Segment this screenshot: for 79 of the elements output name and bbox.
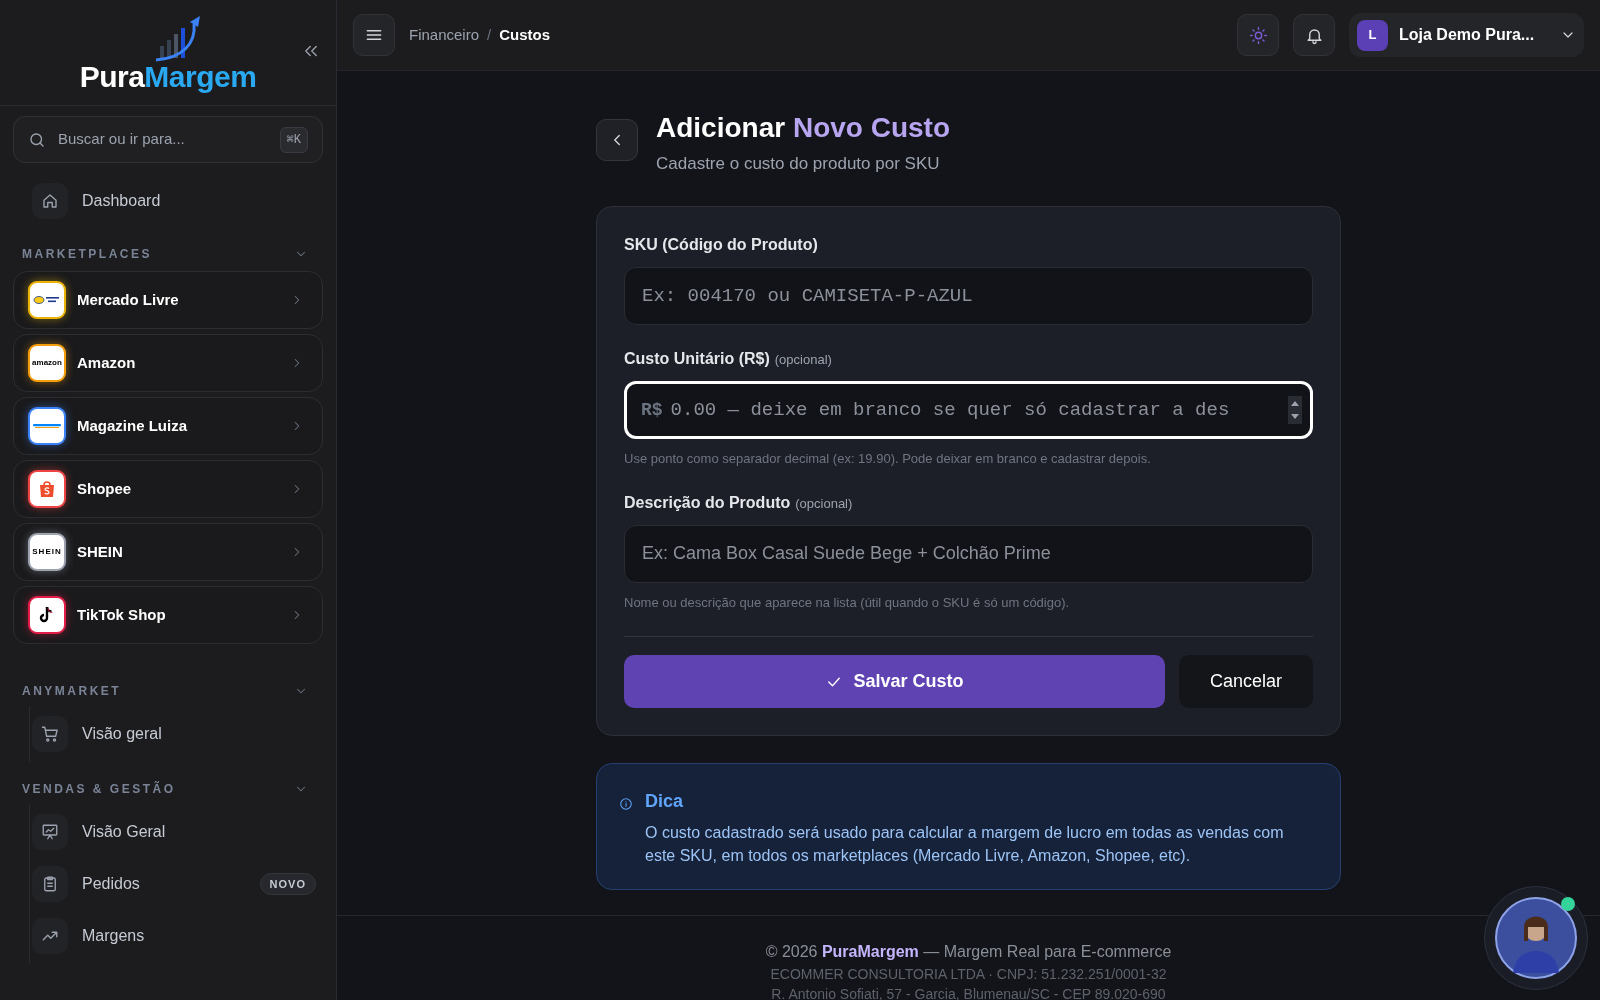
presentation-chart-icon xyxy=(41,823,59,841)
nav-item[interactable]: Visão geral xyxy=(30,708,336,760)
section-header[interactable]: ANYMARKET xyxy=(0,676,336,706)
logo-text: PuraMargem xyxy=(79,61,257,92)
tip-title: Dica xyxy=(645,790,685,814)
marketplace-label: Shopee xyxy=(77,478,133,499)
field-label: Descrição do Produto xyxy=(624,492,791,513)
spinner-arrows-icon xyxy=(1288,396,1302,425)
cart-icon xyxy=(41,725,59,743)
marketplace-label: Magazine Luiza xyxy=(77,415,189,436)
marketplace-label: Mercado Livre xyxy=(77,289,180,310)
tip-text: O custo cadastrado será usado para calcular a margem de lucro em todas as vendas com este SKU, em todos os marketplaces (Mercado Livre, Amazon, Shopee, etc). xyxy=(645,823,1285,867)
search-icon xyxy=(28,130,46,149)
input-field[interactable]: R$ 0.00 — deixe em branco se quer só cadastrar a des xyxy=(624,381,1313,440)
optional-hint: (opcional) xyxy=(774,351,832,370)
magalu-logo-icon xyxy=(33,423,61,429)
text-input[interactable]: 0.00 — deixe em branco se quer só cadastrar a des xyxy=(670,395,1280,425)
breadcrumb-separator: / xyxy=(487,24,492,45)
person-silhouette-icon xyxy=(1495,897,1577,979)
marketplace-item[interactable]: TikTok Shop xyxy=(13,586,323,644)
optional-hint: (opcional) xyxy=(795,494,853,513)
new-badge: NOVO xyxy=(259,872,316,896)
house-icon xyxy=(41,192,59,210)
section-header[interactable]: MARKETPLACES xyxy=(0,239,336,269)
cancel-button[interactable]: Cancelar xyxy=(1179,655,1313,709)
nav-item[interactable]: Visão Geral xyxy=(30,806,336,858)
marketplace-item[interactable]: Mercado Livre xyxy=(13,271,323,329)
nav-label: Dashboard xyxy=(82,191,162,211)
field-help-text: Nome ou descrição que aparece na lista (útil quando o SKU é só um código). xyxy=(624,593,1071,612)
text-input[interactable]: Ex: Cama Box Casal Suede Bege + Colchão Prime xyxy=(642,540,1302,568)
nav-label: Margens xyxy=(82,926,146,946)
marketplace-item[interactable]: Shopee xyxy=(13,460,323,518)
input-field[interactable]: Ex: 004170 ou CAMISETA-P-AZUL xyxy=(624,267,1313,326)
account-menu-button[interactable]: L Loja Demo Pura... xyxy=(1349,13,1584,57)
nav-item[interactable]: Margens xyxy=(30,910,336,962)
footer-copyright: © 2026 PuraMargem — Margem Real para E-commerce xyxy=(765,942,1172,962)
section-title: ANYMARKET xyxy=(22,683,122,700)
marketplace-item[interactable]: amazon Amazon xyxy=(13,334,323,392)
section-title: VENDAS & GESTÃO xyxy=(22,780,176,798)
logo-text: amazon xyxy=(32,359,62,367)
page-title: Adicionar Novo Custo xyxy=(656,111,951,145)
search-field[interactable]: Buscar ou ir para... ⌘K xyxy=(13,116,323,163)
nav-label: Visão geral xyxy=(82,724,163,744)
currency-prefix: R$ xyxy=(641,398,663,422)
field-help-text: Use ponto como separador decimal (ex: 19.90). Pode deixar em branco e cadastrar depois. xyxy=(624,450,1152,469)
account-name: Loja Demo Pura... xyxy=(1399,25,1536,45)
section-title: MARKETPLACES xyxy=(22,246,152,263)
footer-text: ECOMMER CONSULTORIA LTDA · CNPJ: 51.232.251/0001-32 xyxy=(770,966,1167,982)
text-input[interactable]: Ex: 004170 ou CAMISETA-P-AZUL xyxy=(642,281,1302,311)
field-label: SKU (Código do Produto) xyxy=(624,235,818,256)
footer-text: R. Antonio Sofiati, 57 - Garcia, Blumenau/SC - CEP 89.020-690 xyxy=(771,986,1166,1000)
marketplace-label: Amazon xyxy=(77,352,137,373)
marketplace-item[interactable]: Magazine Luiza xyxy=(13,397,323,455)
notifications-button[interactable] xyxy=(1293,14,1335,56)
account-avatar: L xyxy=(1357,19,1388,51)
clipboard-icon xyxy=(41,875,59,893)
page-subtitle: Cadastre o custo do produto por SKU xyxy=(656,152,941,175)
section-header[interactable]: VENDAS & GESTÃO xyxy=(0,774,336,804)
nav-item[interactable]: Pedidos NOVO xyxy=(30,858,336,910)
input-field[interactable]: Ex: Cama Box Casal Suede Bege + Colchão Prime xyxy=(624,524,1313,583)
logo-text: SHEIN xyxy=(32,548,62,556)
music-note-icon xyxy=(39,606,55,624)
marketplace-label: TikTok Shop xyxy=(77,604,167,625)
nav-label: Pedidos xyxy=(82,874,141,894)
shopping-bag-icon xyxy=(37,479,57,499)
search-input[interactable]: Buscar ou ir para... xyxy=(58,128,268,151)
field-label: Custo Unitário (R$) xyxy=(624,349,770,370)
keyboard-shortcut: ⌘K xyxy=(279,126,308,153)
menu-button[interactable] xyxy=(353,14,395,56)
info-icon xyxy=(619,797,633,812)
nav-label: Visão Geral xyxy=(82,822,167,842)
breadcrumb-link[interactable]: Financeiro xyxy=(409,23,480,47)
marketplace-item[interactable]: SHEIN SHEIN xyxy=(13,523,323,581)
marketplace-label: SHEIN xyxy=(77,541,124,562)
breadcrumb-current: Custos xyxy=(499,24,551,45)
save-button[interactable]: Salvar Custo xyxy=(624,655,1165,709)
sun-icon xyxy=(1248,25,1268,45)
theme-toggle-button[interactable] xyxy=(1237,14,1279,56)
nav-item[interactable]: Dashboard xyxy=(0,175,336,227)
